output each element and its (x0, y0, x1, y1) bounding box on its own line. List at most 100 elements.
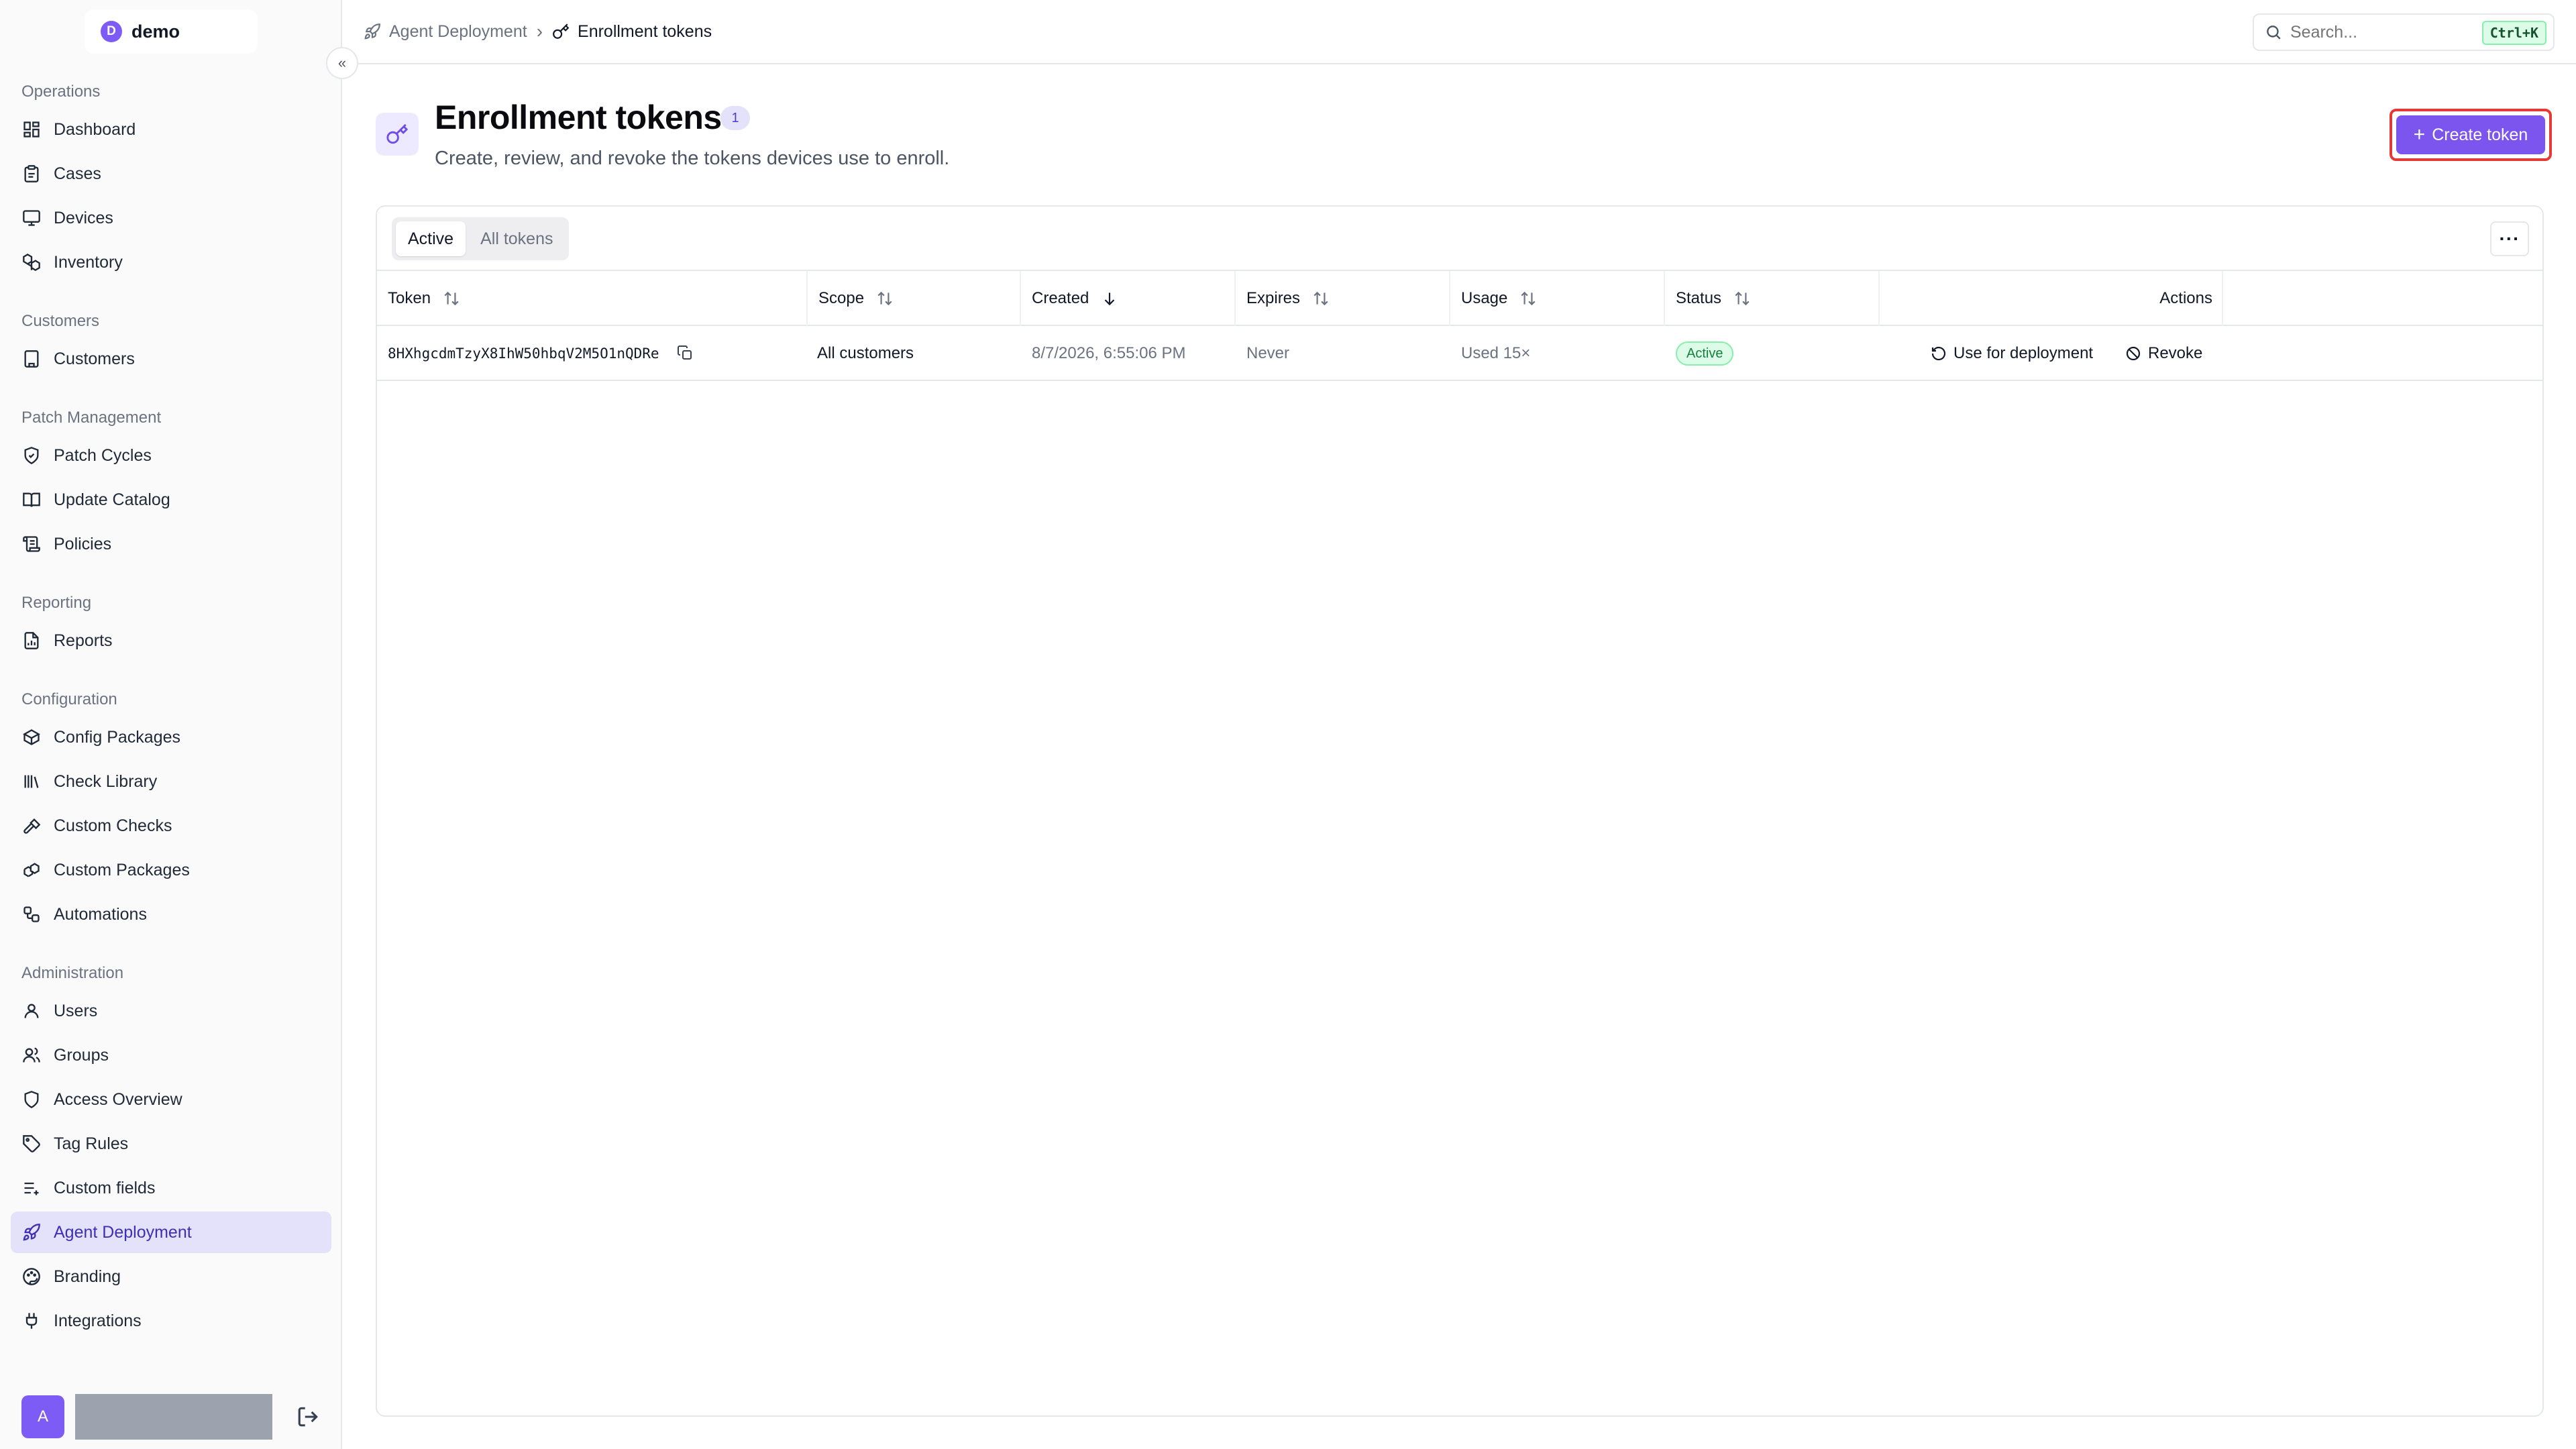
sidebar-item-users[interactable]: Users (11, 990, 331, 1032)
table-row: 8HXhgcdmTzyX8IhW50hbqV2M5O1nQDRe All cus… (377, 326, 2542, 381)
sidebar-item-integrations[interactable]: Integrations (11, 1300, 331, 1342)
breadcrumb: Agent Deployment › Enrollment tokens (343, 21, 712, 42)
nav-group-label: Customers (21, 312, 100, 330)
sidebar-item-label: Reports (54, 631, 113, 650)
sidebar-item-cases[interactable]: Cases (11, 153, 331, 195)
token-value: 8HXhgcdmTzyX8IhW50hbqV2M5O1nQDRe (388, 345, 659, 362)
tab-active[interactable]: Active (396, 221, 466, 256)
sidebar-item-policies[interactable]: Policies (11, 523, 331, 565)
sidebar-item-inventory[interactable]: Inventory (11, 241, 331, 283)
sidebar-item-check-library[interactable]: Check Library (11, 761, 331, 802)
column-header-actions: Actions (1880, 271, 2223, 326)
search-shortcut: Ctrl+K (2481, 21, 2546, 45)
avatar[interactable]: A (21, 1395, 64, 1438)
sidebar-item-label: Integrations (54, 1311, 142, 1330)
sidebar: D demo Operations Dashboard Cases Devices In… (0, 0, 342, 1449)
workflow-icon (21, 904, 42, 924)
sidebar-item-agent-deployment[interactable]: Agent Deployment (11, 1212, 331, 1253)
sidebar-item-branding[interactable]: Branding (11, 1256, 331, 1297)
sidebar-item-custom-fields[interactable]: Custom fields (11, 1167, 331, 1209)
breadcrumb-agent-deployment[interactable]: Agent Deployment (364, 22, 527, 42)
sidebar-item-customers[interactable]: Customers (11, 338, 331, 380)
column-header-created[interactable]: Created (1021, 271, 1236, 326)
usage-cell: Used 15× (1461, 344, 1531, 362)
sidebar-nav: Operations Dashboard Cases Devices Inventory… (0, 75, 342, 1344)
sidebar-item-patch-cycles[interactable]: Patch Cycles (11, 435, 331, 476)
sidebar-item-label: Policies (54, 534, 112, 553)
table-header: Token Scope Created Expires Usage Status… (377, 271, 2542, 326)
user-name-redacted (75, 1394, 272, 1440)
nav-group-gap (0, 286, 342, 305)
scroll-icon (21, 534, 42, 554)
sidebar-item-label: Agent Deployment (54, 1222, 192, 1242)
sidebar-item-dashboard[interactable]: Dashboard (11, 109, 331, 150)
sidebar-item-label: Automations (54, 904, 147, 924)
nav-group-label: Operations (21, 83, 101, 101)
package-icon (21, 727, 42, 747)
actions-cell: Use for deployment (1920, 326, 2121, 381)
sidebar-item-custom-packages[interactable]: Custom Packages (11, 849, 331, 891)
column-header-scope[interactable]: Scope (806, 271, 1021, 326)
rocket-icon (364, 23, 380, 40)
dashboard-icon (21, 119, 42, 140)
table-toolbar: Active All tokens ··· (377, 207, 2542, 271)
palette-icon (21, 1267, 42, 1287)
tag-icon (21, 1134, 42, 1154)
sidebar-item-devices[interactable]: Devices (11, 197, 331, 239)
ban-icon (2126, 346, 2141, 361)
logout-icon[interactable] (297, 1405, 319, 1428)
sidebar-item-label: Custom Checks (54, 816, 172, 835)
sort-icon (444, 291, 459, 306)
sidebar-item-custom-checks[interactable]: Custom Checks (11, 805, 331, 847)
sidebar-item-groups[interactable]: Groups (11, 1034, 331, 1076)
sidebar-item-label: Access Overview (54, 1089, 182, 1109)
nav-group-label: Reporting (21, 594, 92, 612)
page-title: Enrollment tokens (435, 99, 722, 136)
sidebar-item-label: Dashboard (54, 119, 136, 139)
topbar: Agent Deployment › Enrollment tokens Ctr… (343, 0, 2576, 64)
column-header-status[interactable]: Status (1665, 271, 1880, 326)
status-badge: Active (1676, 341, 1734, 366)
token-count-badge: 1 (720, 106, 750, 130)
nav-group-label: Administration (21, 964, 124, 982)
use-for-deployment-button[interactable]: Use for deployment (1931, 344, 2093, 363)
collapse-sidebar-button[interactable]: « (326, 47, 358, 79)
sidebar-item-automations[interactable]: Automations (11, 894, 331, 935)
filter-tabs: Active All tokens (392, 217, 570, 260)
tab-all-tokens[interactable]: All tokens (468, 221, 565, 256)
users-icon (21, 1045, 42, 1065)
sidebar-item-update-catalog[interactable]: Update Catalog (11, 479, 331, 521)
sidebar-item-tag-rules[interactable]: Tag Rules (11, 1123, 331, 1165)
column-header-usage[interactable]: Usage (1450, 271, 1665, 326)
sidebar-item-label: Config Packages (54, 727, 181, 747)
tokens-table-card: Active All tokens ··· Token Scope Create… (376, 205, 2544, 1417)
create-token-button[interactable]: + Create token (2396, 115, 2545, 154)
column-header-expires[interactable]: Expires (1236, 271, 1450, 326)
arrow-down-icon (1105, 292, 1115, 306)
sort-icon (1313, 291, 1328, 306)
more-options-button[interactable]: ··· (2490, 221, 2529, 256)
sidebar-item-label: Custom fields (54, 1178, 156, 1197)
sidebar-item-access-overview[interactable]: Access Overview (11, 1079, 331, 1120)
created-cell: 8/7/2026, 6:55:06 PM (1032, 344, 1186, 362)
search-box[interactable]: Ctrl+K (2253, 13, 2555, 51)
workspace-name: demo (131, 21, 180, 42)
sidebar-item-label: Update Catalog (54, 490, 170, 509)
sidebar-item-label: Users (54, 1001, 98, 1020)
monitor-icon (21, 208, 42, 228)
create-token-highlight: + Create token (2390, 109, 2552, 161)
shield-icon (21, 1089, 42, 1110)
column-header-token[interactable]: Token (377, 271, 806, 326)
sidebar-item-reports[interactable]: Reports (11, 620, 331, 661)
sidebar-item-config-packages[interactable]: Config Packages (11, 716, 331, 758)
sidebar-item-label: Cases (54, 164, 101, 183)
copy-icon[interactable] (677, 345, 694, 362)
nav-group-label: Patch Management (21, 409, 162, 427)
plug-icon (21, 1311, 42, 1331)
hammer-icon (21, 816, 42, 836)
revoke-button[interactable]: Revoke (2125, 344, 2202, 363)
breadcrumb-enrollment-tokens: Enrollment tokens (552, 22, 712, 42)
rotate-icon (1931, 346, 1946, 361)
search-input[interactable] (2290, 22, 2465, 42)
workspace-switcher[interactable]: D demo (85, 9, 258, 54)
